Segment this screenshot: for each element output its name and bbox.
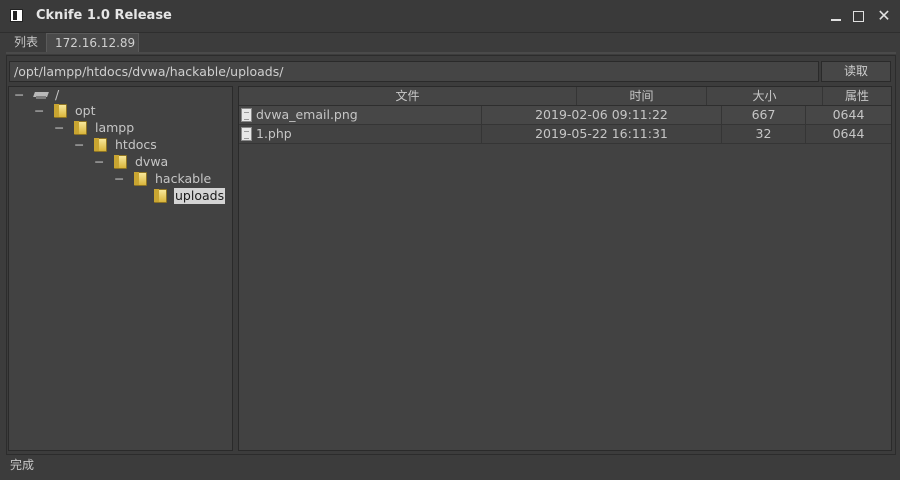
tree-node-label: dvwa xyxy=(135,154,169,169)
table-header: 文件 时间 大小 属性 xyxy=(239,87,891,106)
tree-node-label: / xyxy=(55,87,60,102)
folder-icon xyxy=(54,104,67,118)
collapse-icon[interactable]: − xyxy=(34,103,44,119)
table-row[interactable]: dvwa_email.png 2019-02-06 09:11:22 667 0… xyxy=(239,106,891,125)
column-header-time[interactable]: 时间 xyxy=(577,87,707,105)
file-icon xyxy=(241,127,252,141)
collapse-icon[interactable]: − xyxy=(54,120,64,136)
column-header-attr[interactable]: 属性 xyxy=(823,87,891,105)
drive-icon xyxy=(34,88,47,102)
close-button[interactable]: ✕ xyxy=(874,6,894,26)
app-icon xyxy=(10,9,23,22)
collapse-icon[interactable]: − xyxy=(74,137,84,153)
title-bar: Cknife 1.0 Release ✕ xyxy=(0,0,900,33)
tree-node-label: lampp xyxy=(95,120,135,135)
column-header-file[interactable]: 文件 xyxy=(239,87,577,105)
table-row[interactable]: 1.php 2019-05-22 16:11:31 32 0644 xyxy=(239,125,891,144)
tab-list[interactable]: 列表 xyxy=(6,33,46,52)
collapse-icon[interactable]: − xyxy=(94,154,104,170)
file-attr: 0644 xyxy=(832,107,865,122)
folder-icon xyxy=(154,189,167,203)
folder-icon xyxy=(74,121,87,135)
status-text: 完成 xyxy=(10,458,35,472)
column-header-size[interactable]: 大小 xyxy=(707,87,823,105)
file-table: 文件 时间 大小 属性 dvwa_email.png 2019-02-06 09… xyxy=(238,86,892,451)
tree-node-label: hackable xyxy=(155,171,212,186)
minimize-button[interactable] xyxy=(826,6,846,26)
file-name: 1.php xyxy=(256,126,292,141)
tree-node-label: htdocs xyxy=(115,137,157,152)
maximize-button[interactable] xyxy=(849,6,869,26)
tab-divider xyxy=(6,52,896,54)
path-input[interactable]: /opt/lampp/htdocs/dvwa/hackable/uploads/ xyxy=(9,61,819,82)
tab-host[interactable]: 172.16.12.89 xyxy=(46,33,139,52)
file-name: dvwa_email.png xyxy=(256,107,358,122)
collapse-icon[interactable]: − xyxy=(14,87,24,103)
file-size: 32 xyxy=(722,125,806,143)
file-icon xyxy=(241,108,252,122)
collapse-icon[interactable]: − xyxy=(114,171,124,187)
file-name-cell: 1.php xyxy=(239,125,482,143)
window-title: Cknife 1.0 Release xyxy=(36,8,172,23)
file-time: 2019-02-06 09:11:22 xyxy=(482,106,722,124)
read-button[interactable]: 读取 xyxy=(821,61,891,82)
tree-node-label: uploads xyxy=(174,188,226,204)
file-size: 667 xyxy=(722,106,806,124)
file-time: 2019-05-22 16:11:31 xyxy=(482,125,722,143)
folder-icon xyxy=(94,138,107,152)
file-attr: 0644 xyxy=(832,126,865,141)
tree-node-label: opt xyxy=(75,103,96,118)
directory-tree: − / − opt − lampp − htdocs − dvwa − hack… xyxy=(8,86,233,451)
file-name-cell: dvwa_email.png xyxy=(239,106,482,124)
folder-icon xyxy=(114,155,127,169)
folder-icon xyxy=(134,172,147,186)
